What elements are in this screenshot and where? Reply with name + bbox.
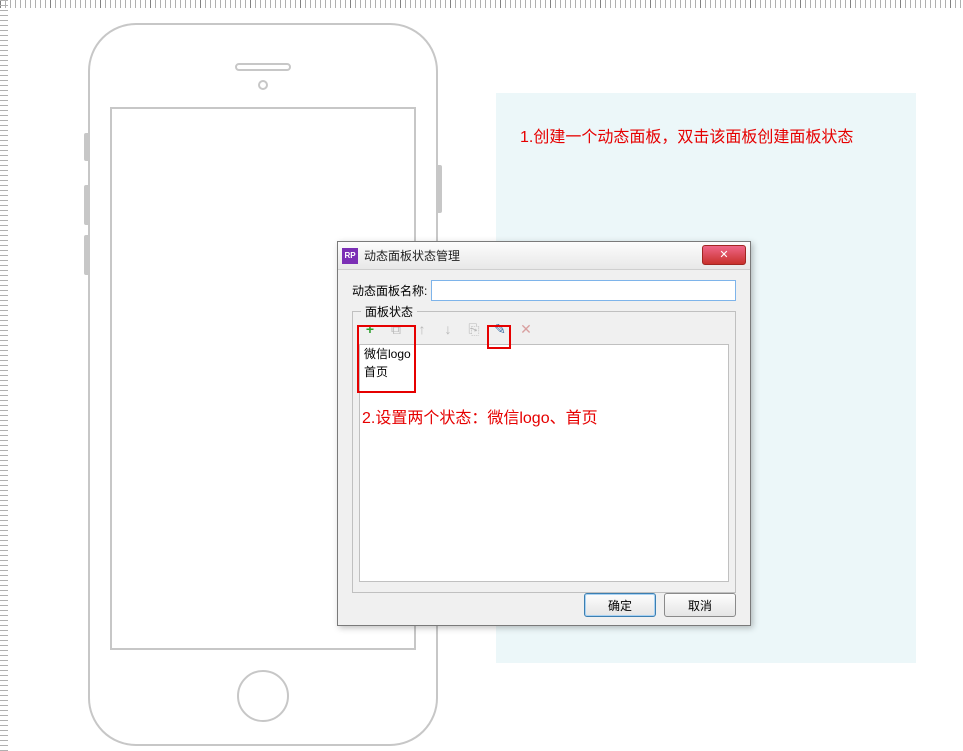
states-listbox[interactable]: 微信logo 首页 [359, 344, 729, 582]
panel-name-input[interactable] [431, 280, 736, 301]
list-item[interactable]: 首页 [360, 363, 728, 381]
phone-power-button [438, 165, 442, 213]
move-up-button[interactable]: ↑ [413, 320, 431, 338]
ruler-left [0, 0, 8, 751]
copy-state-button[interactable]: ⎘ [465, 320, 483, 338]
plus-icon: + [366, 321, 374, 337]
ruler-top [0, 0, 963, 8]
close-icon: ✕ [719, 249, 728, 261]
edit-icon: ✎ [494, 321, 506, 338]
phone-mute-switch [84, 133, 88, 161]
edit-all-states-button[interactable]: ✎ [491, 320, 509, 338]
dialog-title: 动态面板状态管理 [364, 247, 460, 264]
dialog-titlebar[interactable]: RP 动态面板状态管理 ✕ [338, 242, 750, 270]
annotation-2: 2.设置两个状态：微信logo、首页 [362, 406, 598, 432]
close-button[interactable]: ✕ [702, 245, 746, 265]
app-icon: RP [342, 248, 358, 264]
phone-home-button[interactable] [237, 670, 289, 722]
list-item[interactable]: 微信logo [360, 345, 728, 363]
panel-name-label: 动态面板名称: [352, 282, 427, 299]
add-state-button[interactable]: + [361, 320, 379, 338]
duplicate-icon: ⧉ [391, 321, 401, 338]
states-toolbar: + ⧉ ↑ ↓ ⎘ ✎ ✕ [359, 318, 729, 344]
phone-volume-down [84, 235, 88, 275]
phone-speaker [235, 63, 291, 71]
annotation-1: 1.创建一个动态面板，双击该面板创建面板状态 [520, 125, 920, 151]
copy-icon: ⎘ [468, 321, 479, 338]
duplicate-state-button[interactable]: ⧉ [387, 320, 405, 338]
cancel-button[interactable]: 取消 [664, 593, 736, 617]
arrow-up-icon: ↑ [419, 321, 426, 337]
ok-button[interactable]: 确定 [584, 593, 656, 617]
panel-states-fieldset: 面板状态 + ⧉ ↑ ↓ ⎘ ✎ [352, 311, 736, 593]
dynamic-panel-state-dialog: RP 动态面板状态管理 ✕ 动态面板名称: 面板状态 + ⧉ ↑ [337, 241, 751, 626]
phone-volume-up [84, 185, 88, 225]
move-down-button[interactable]: ↓ [439, 320, 457, 338]
delete-icon: ✕ [520, 321, 532, 338]
phone-camera [258, 80, 268, 90]
delete-state-button[interactable]: ✕ [517, 320, 535, 338]
arrow-down-icon: ↓ [445, 321, 452, 337]
